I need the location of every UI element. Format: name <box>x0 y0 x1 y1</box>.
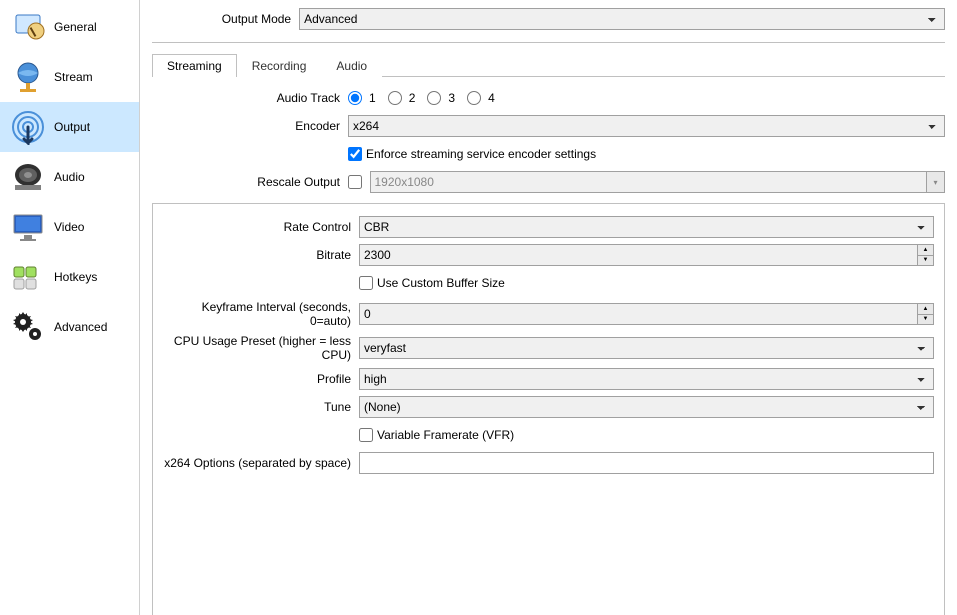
custom-buffer-checkbox[interactable]: Use Custom Buffer Size <box>359 276 505 290</box>
encoder-settings-panel: Rate Control CBR Bitrate ▲▼ Use Custom B… <box>152 203 945 615</box>
tab-audio[interactable]: Audio <box>321 54 382 77</box>
sidebar-item-label: Output <box>54 120 90 134</box>
output-mode-select[interactable]: Advanced <box>299 8 945 30</box>
audio-track-1[interactable]: 1 <box>348 91 376 105</box>
stream-icon <box>8 57 48 97</box>
sidebar-item-audio[interactable]: Audio <box>0 152 139 202</box>
rescale-combo[interactable]: ▾ <box>370 171 946 193</box>
keyframe-spinner[interactable]: ▲▼ <box>359 303 934 325</box>
audio-track-group: 1 2 3 4 <box>348 91 945 105</box>
sidebar-item-advanced[interactable]: Advanced <box>0 302 139 352</box>
general-icon <box>8 7 48 47</box>
spin-up-icon[interactable]: ▲ <box>918 245 933 256</box>
x264-options-input[interactable] <box>359 452 934 474</box>
settings-sidebar: General Stream Output Audio Video Hotkey… <box>0 0 140 615</box>
spin-down-icon[interactable]: ▼ <box>918 315 933 325</box>
separator <box>152 42 945 43</box>
audio-track-4[interactable]: 4 <box>467 91 495 105</box>
hotkeys-icon <box>8 257 48 297</box>
sidebar-item-general[interactable]: General <box>0 2 139 52</box>
rate-control-select[interactable]: CBR <box>359 216 934 238</box>
profile-label: Profile <box>163 372 359 386</box>
audio-track-3[interactable]: 3 <box>427 91 455 105</box>
spin-up-icon[interactable]: ▲ <box>918 304 933 315</box>
encoder-select[interactable]: x264 <box>348 115 945 137</box>
audio-icon <box>8 157 48 197</box>
sidebar-item-label: Advanced <box>54 320 107 334</box>
enforce-checkbox[interactable]: Enforce streaming service encoder settin… <box>348 147 596 161</box>
sidebar-item-label: Stream <box>54 70 93 84</box>
audio-track-label: Audio Track <box>152 91 348 105</box>
video-icon <box>8 207 48 247</box>
sidebar-item-label: General <box>54 20 97 34</box>
rescale-label: Rescale Output <box>152 175 348 189</box>
keyframe-label: Keyframe Interval (seconds, 0=auto) <box>163 300 359 328</box>
tab-streaming[interactable]: Streaming <box>152 54 237 77</box>
bitrate-spinner[interactable]: ▲▼ <box>359 244 934 266</box>
tune-label: Tune <box>163 400 359 414</box>
sidebar-item-label: Audio <box>54 170 85 184</box>
output-mode-row: Output Mode Advanced <box>152 8 945 30</box>
sidebar-item-output[interactable]: Output <box>0 102 139 152</box>
encoder-label: Encoder <box>152 119 348 133</box>
cpu-preset-select[interactable]: veryfast <box>359 337 934 359</box>
sidebar-item-video[interactable]: Video <box>0 202 139 252</box>
tabbar: Streaming Recording Audio <box>152 53 945 77</box>
sidebar-item-hotkeys[interactable]: Hotkeys <box>0 252 139 302</box>
sidebar-item-label: Video <box>54 220 84 234</box>
spin-down-icon[interactable]: ▼ <box>918 256 933 266</box>
advanced-icon <box>8 307 48 347</box>
x264-options-label: x264 Options (separated by space) <box>163 456 359 470</box>
main-panel: Output Mode Advanced Streaming Recording… <box>140 0 957 615</box>
tab-recording[interactable]: Recording <box>237 54 322 77</box>
vfr-checkbox[interactable]: Variable Framerate (VFR) <box>359 428 514 442</box>
tune-select[interactable]: (None) <box>359 396 934 418</box>
rate-control-label: Rate Control <box>163 220 359 234</box>
streaming-form: Audio Track 1 2 3 4 Encoder x264 Enforce… <box>152 77 945 615</box>
chevron-down-icon: ▾ <box>927 171 945 193</box>
sidebar-item-stream[interactable]: Stream <box>0 52 139 102</box>
audio-track-2[interactable]: 2 <box>388 91 416 105</box>
bitrate-label: Bitrate <box>163 248 359 262</box>
rescale-checkbox[interactable] <box>348 175 362 189</box>
sidebar-item-label: Hotkeys <box>54 270 97 284</box>
output-icon <box>8 107 48 147</box>
output-mode-label: Output Mode <box>152 12 299 26</box>
profile-select[interactable]: high <box>359 368 934 390</box>
cpu-preset-label: CPU Usage Preset (higher = less CPU) <box>163 334 359 362</box>
